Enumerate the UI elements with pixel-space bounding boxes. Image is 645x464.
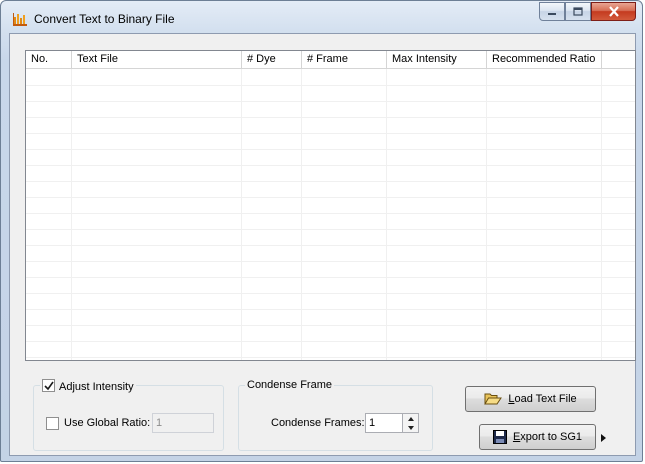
list-gridline xyxy=(26,133,635,134)
list-gridline xyxy=(26,181,635,182)
minimize-icon xyxy=(548,12,556,15)
global-ratio-input[interactable]: 1 xyxy=(152,413,214,433)
column-header-no[interactable]: No. xyxy=(26,51,72,68)
condense-frame-legend: Condense Frame xyxy=(245,379,334,391)
list-gridline xyxy=(26,149,635,150)
list-gridline xyxy=(26,325,635,326)
list-column-gridline xyxy=(241,69,242,360)
adjust-intensity-label: Adjust Intensity xyxy=(59,381,134,393)
expand-arrow-icon[interactable] xyxy=(601,433,606,445)
load-text-file-label: Load Text File xyxy=(508,393,577,405)
list-body[interactable] xyxy=(26,69,635,360)
spin-down-icon[interactable] xyxy=(403,423,418,432)
column-header-recommended-ratio[interactable]: Recommended Ratio xyxy=(487,51,602,68)
list-gridline xyxy=(26,85,635,86)
list-gridline xyxy=(26,229,635,230)
maximize-button[interactable] xyxy=(565,2,591,21)
use-global-ratio-checkbox[interactable] xyxy=(46,417,59,430)
list-gridline xyxy=(26,245,635,246)
adjust-intensity-legend: Adjust Intensity xyxy=(40,379,136,393)
save-icon xyxy=(492,430,507,444)
app-icon xyxy=(12,11,28,27)
list-gridline xyxy=(26,293,635,294)
list-column-gridline xyxy=(301,69,302,360)
export-to-sg1-label: Export to SG1 xyxy=(512,431,583,443)
export-to-sg1-button[interactable]: Export to SG1 xyxy=(479,424,596,450)
title-bar[interactable]: Convert Text to Binary File xyxy=(1,1,642,33)
condense-frames-input[interactable]: 1 xyxy=(365,413,403,433)
maximize-icon xyxy=(573,7,583,16)
adjust-intensity-checkbox[interactable] xyxy=(42,379,55,392)
use-global-ratio-label: Use Global Ratio: xyxy=(64,417,151,429)
list-gridline xyxy=(26,261,635,262)
list-gridline xyxy=(26,341,635,342)
column-header-frame[interactable]: # Frame xyxy=(302,51,387,68)
list-gridline xyxy=(26,213,635,214)
window-title: Convert Text to Binary File xyxy=(34,12,175,26)
condense-frames-spinner[interactable] xyxy=(403,413,419,433)
condense-frame-group: Condense Frame Condense Frames: 1 xyxy=(238,379,433,451)
window-controls xyxy=(539,2,636,22)
spin-up-icon[interactable] xyxy=(403,414,418,423)
list-column-gridline xyxy=(71,69,72,360)
text-file-list[interactable]: No. Text File # Dye # Frame Max Intensit… xyxy=(25,50,636,361)
list-column-gridline xyxy=(486,69,487,360)
minimize-button[interactable] xyxy=(539,2,565,21)
list-column-gridline xyxy=(601,69,602,360)
close-button[interactable] xyxy=(591,2,636,21)
column-header-dye[interactable]: # Dye xyxy=(242,51,302,68)
open-folder-icon xyxy=(484,393,503,405)
close-icon xyxy=(608,6,619,17)
column-header-max-intensity[interactable]: Max Intensity xyxy=(387,51,487,68)
list-gridline xyxy=(26,165,635,166)
checkmark-icon xyxy=(44,381,54,391)
list-column-gridline xyxy=(386,69,387,360)
list-gridline xyxy=(26,309,635,310)
list-gridline xyxy=(26,357,635,358)
column-header-text-file[interactable]: Text File xyxy=(72,51,242,68)
load-text-file-button[interactable]: Load Text File xyxy=(465,386,596,412)
list-gridline xyxy=(26,117,635,118)
list-gridline xyxy=(26,101,635,102)
list-gridline xyxy=(26,277,635,278)
condense-frames-label: Condense Frames: xyxy=(271,417,365,429)
list-header: No. Text File # Dye # Frame Max Intensit… xyxy=(26,51,635,69)
adjust-intensity-group: Adjust Intensity Use Global Ratio: 1 xyxy=(33,379,224,451)
list-gridline xyxy=(26,197,635,198)
